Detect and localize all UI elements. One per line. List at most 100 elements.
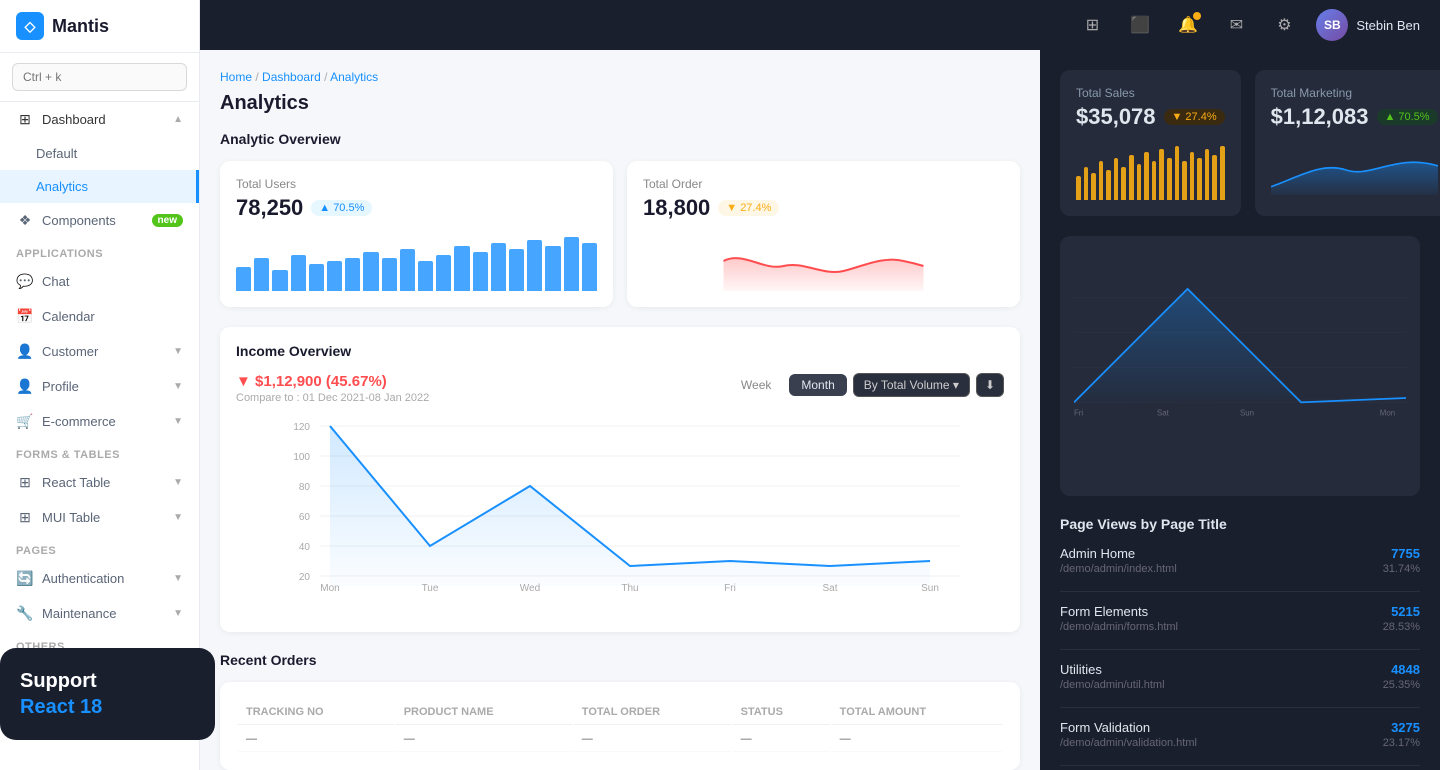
total-sales-chart <box>1076 140 1225 200</box>
page-view-item-2: Utilities /demo/admin/util.html 4848 25.… <box>1060 662 1420 691</box>
bar-gold <box>1159 149 1164 200</box>
notification-badge <box>1193 12 1201 20</box>
total-marketing-card: Total Marketing $1,12,083 ▲ 70.5% <box>1255 70 1440 216</box>
user-info[interactable]: SB Stebin Ben <box>1316 9 1420 41</box>
support-title: Support React 18 <box>20 668 195 720</box>
recent-orders-title: Recent Orders <box>220 652 1020 668</box>
bar <box>545 246 560 291</box>
download-btn[interactable]: ⬇ <box>976 373 1004 397</box>
income-header: ▼ $1,12,900 (45.67%) Compare to : 01 Dec… <box>236 373 1004 404</box>
total-order-badge: ▼ 27.4% <box>718 200 779 216</box>
sidebar-item-mui-table[interactable]: ⊞ MUI Table ▼ <box>0 500 199 535</box>
sidebar-item-dashboard[interactable]: ⊞ Dashboard ▲ <box>0 102 199 137</box>
svg-text:100: 100 <box>293 452 310 463</box>
bar-gold <box>1152 161 1157 200</box>
volume-select[interactable]: By Total Volume ▾ <box>853 373 970 397</box>
sidebar-item-analytics[interactable]: Analytics <box>0 170 199 203</box>
total-order-card: Total Order 18,800 ▼ 27.4% <box>627 161 1020 307</box>
analytic-overview-title: Analytic Overview <box>220 131 1020 147</box>
total-users-chart <box>236 231 597 291</box>
sidebar-item-react-table[interactable]: ⊞ React Table ▼ <box>0 465 199 500</box>
total-users-value: 78,250 <box>236 195 303 221</box>
pv-count-2: 4848 <box>1383 662 1420 677</box>
settings-icon-btn[interactable]: ⚙ <box>1268 9 1300 41</box>
svg-text:120: 120 <box>293 422 310 433</box>
svg-text:Mon: Mon <box>320 583 339 594</box>
area-svg <box>643 231 1004 291</box>
search-input[interactable] <box>12 63 187 91</box>
sidebar-item-ecommerce[interactable]: 🛒 E-commerce ▼ <box>0 404 199 439</box>
right-panel: Total Sales $35,078 ▼ 27.4% <box>1040 50 1440 770</box>
new-badge: new <box>152 214 183 227</box>
sidebar-item-default[interactable]: Default <box>0 137 199 170</box>
svg-text:Sun: Sun <box>1240 409 1254 418</box>
chevron-up-icon: ▲ <box>173 114 183 125</box>
notification-icon-btn[interactable]: 🔔 <box>1172 9 1204 41</box>
logo-icon: ◇ <box>16 12 44 40</box>
sidebar-item-components[interactable]: ❖ Components new <box>0 203 199 238</box>
pv-count-0: 7755 <box>1383 546 1420 561</box>
sidebar-item-maintenance[interactable]: 🔧 Maintenance ▼ <box>0 596 199 631</box>
breadcrumb: Home / Dashboard / Analytics <box>220 70 1020 84</box>
bar <box>382 258 397 291</box>
chevron-down-icon3: ▼ <box>173 416 183 427</box>
bar-gold <box>1121 167 1126 200</box>
pv-row-2: Utilities /demo/admin/util.html 4848 25.… <box>1060 662 1420 691</box>
month-btn[interactable]: Month <box>789 374 846 396</box>
total-order-value-row: 18,800 ▼ 27.4% <box>643 195 1004 221</box>
pv-url-0: /demo/admin/index.html <box>1060 563 1177 575</box>
dark-income-chart: Fri Sat Sun Mon <box>1060 236 1420 496</box>
bar <box>272 270 287 291</box>
bar <box>400 249 415 291</box>
bar <box>363 252 378 291</box>
sidebar-item-profile[interactable]: 👤 Profile ▼ <box>0 369 199 404</box>
pv-count-1: 5215 <box>1383 604 1420 619</box>
col-tracking: TRACKING NO <box>238 700 394 725</box>
customer-icon: 👤 <box>16 343 34 360</box>
content-wrapper: Home / Dashboard / Analytics Analytics A… <box>200 50 1440 770</box>
bar <box>473 252 488 291</box>
svg-text:Sat: Sat <box>822 583 837 594</box>
dark-stat-grid: Total Sales $35,078 ▼ 27.4% <box>1060 70 1420 216</box>
breadcrumb-current: Analytics <box>330 70 378 84</box>
bar-gold <box>1175 146 1180 200</box>
sidebar-item-customer[interactable]: 👤 Customer ▼ <box>0 334 199 369</box>
grid-icon-btn[interactable]: ⊞ <box>1076 9 1108 41</box>
week-btn[interactable]: Week <box>729 374 783 396</box>
svg-text:Fri: Fri <box>724 583 736 594</box>
user-avatar: SB <box>1316 9 1348 41</box>
breadcrumb-home[interactable]: Home <box>220 70 252 84</box>
svg-text:60: 60 <box>299 512 311 523</box>
user-name: Stebin Ben <box>1356 18 1420 33</box>
bar-gold <box>1220 146 1225 200</box>
main-area: ⊞ ⬛ 🔔 ✉ ⚙ SB Stebin Ben Home / Dashboard… <box>200 0 1440 770</box>
support-popup[interactable]: Support React 18 <box>0 648 215 740</box>
pv-title-1: Form Elements <box>1060 604 1178 619</box>
chevron-down-icon5: ▼ <box>173 512 183 523</box>
bar <box>491 243 506 291</box>
pv-count-3: 3275 <box>1383 720 1420 735</box>
pv-url-3: /demo/admin/validation.html <box>1060 737 1197 749</box>
income-controls: Week Month By Total Volume ▾ ⬇ <box>729 373 1004 397</box>
sidebar-item-calendar[interactable]: 📅 Calendar <box>0 299 199 334</box>
bar <box>254 258 269 291</box>
bar-gold <box>1084 167 1089 200</box>
bar-gold <box>1137 164 1142 200</box>
total-marketing-label: Total Marketing <box>1271 86 1438 100</box>
forms-tables-label: Forms & Tables <box>0 439 199 465</box>
total-marketing-badge: ▲ 70.5% <box>1377 109 1438 125</box>
sidebar-item-chat[interactable]: 💬 Chat <box>0 264 199 299</box>
stat-cards-light: Total Users 78,250 ▲ 70.5% <box>220 161 1020 307</box>
svg-text:Mon: Mon <box>1380 409 1395 418</box>
col-total-amount: TOTAL AMOUNT <box>832 700 1002 725</box>
display-icon-btn[interactable]: ⬛ <box>1124 9 1156 41</box>
applications-label: Applications <box>0 238 199 264</box>
breadcrumb-dashboard[interactable]: Dashboard <box>262 70 321 84</box>
page-views-title: Page Views by Page Title <box>1060 516 1420 532</box>
dark-income-svg: Fri Sat Sun Mon <box>1074 250 1406 450</box>
bar-gold <box>1114 158 1119 200</box>
svg-text:40: 40 <box>299 542 311 553</box>
divider <box>1060 765 1420 766</box>
sidebar-item-authentication[interactable]: 🔄 Authentication ▼ <box>0 561 199 596</box>
mail-icon-btn[interactable]: ✉ <box>1220 9 1252 41</box>
